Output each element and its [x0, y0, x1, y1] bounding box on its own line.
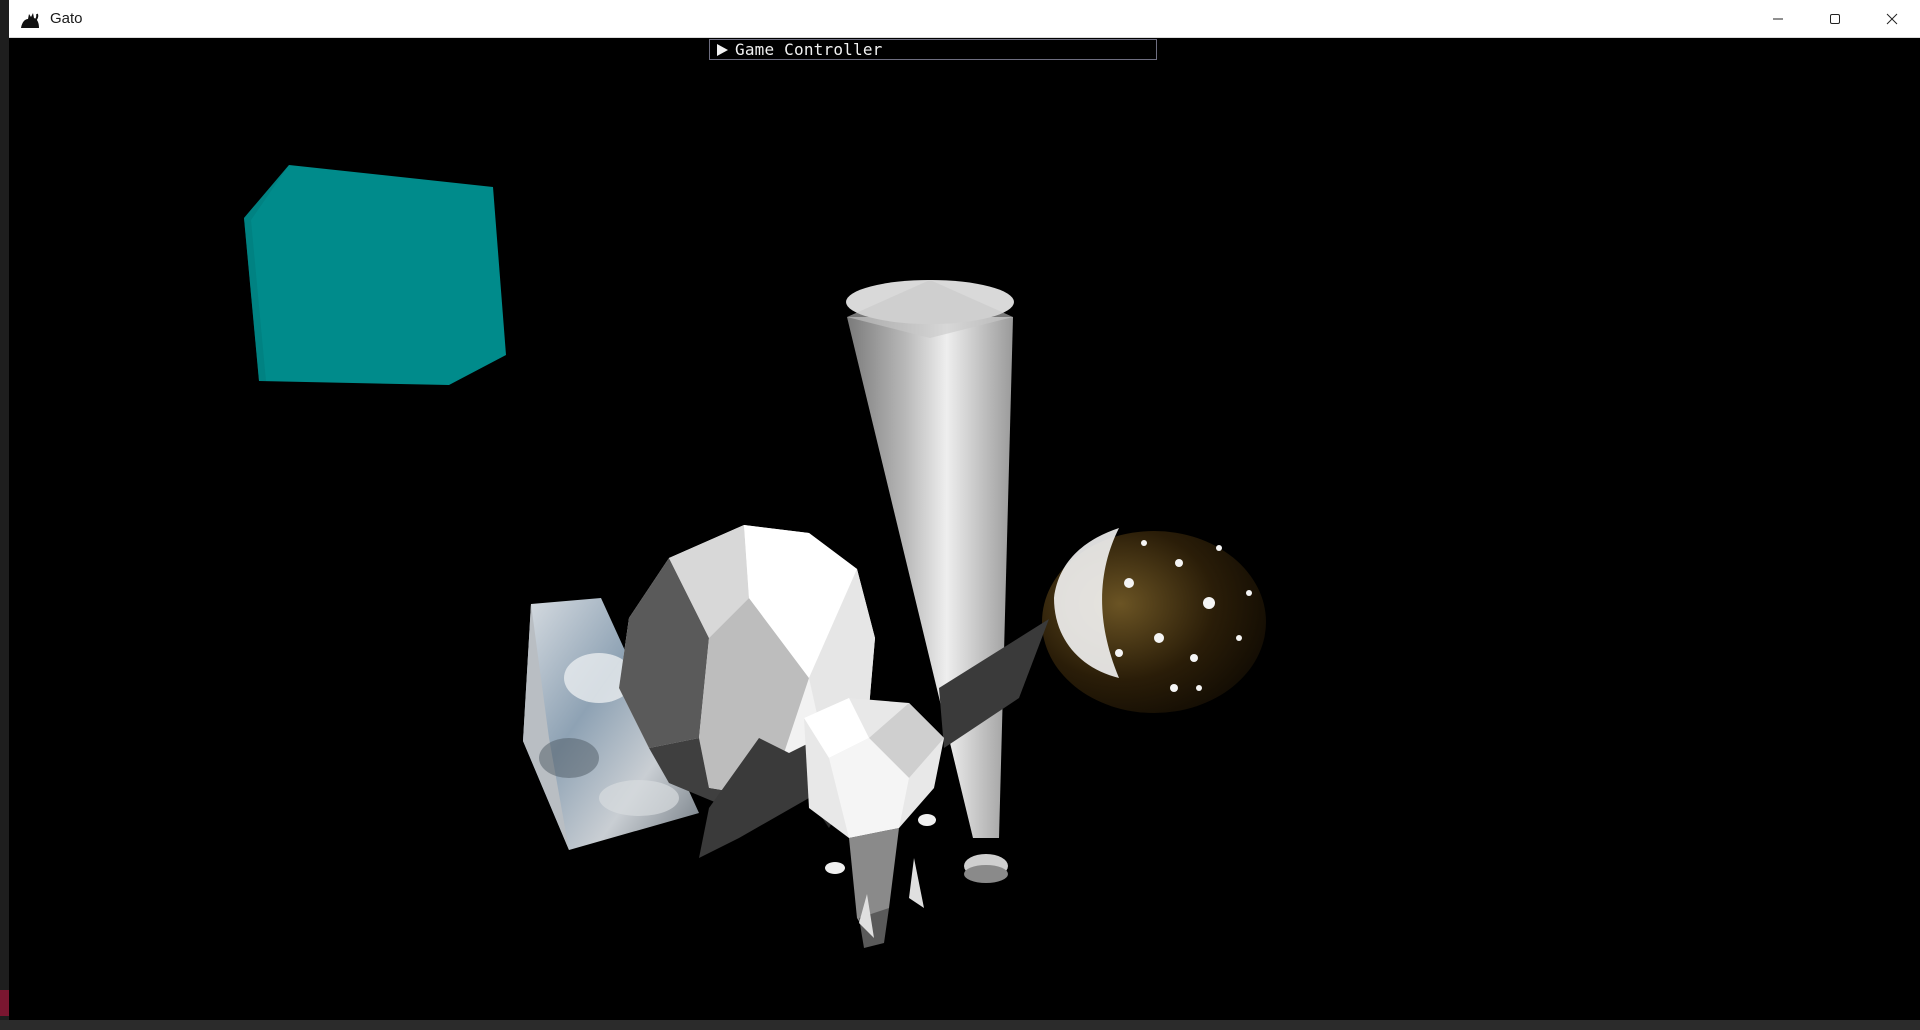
window-title: Gato: [50, 10, 83, 27]
left-edge-marker: [0, 990, 9, 1016]
spotted-egg: [1042, 528, 1266, 713]
maximize-button[interactable]: [1806, 0, 1863, 37]
game-viewport[interactable]: Game Controller: [9, 38, 1920, 1020]
panel-label: Game Controller: [735, 40, 883, 59]
window-controls: [1749, 0, 1920, 37]
cat-icon: [18, 7, 42, 31]
close-icon: [1886, 13, 1897, 24]
game-controller-panel-header[interactable]: Game Controller: [709, 39, 1157, 60]
title-bar[interactable]: Gato: [9, 0, 1920, 38]
maximize-icon: [1829, 13, 1840, 24]
triangle-right-icon[interactable]: [717, 43, 731, 56]
close-button[interactable]: [1863, 0, 1920, 37]
taskbar-strip: [0, 1020, 1920, 1030]
teal-cube: [244, 165, 506, 385]
minimize-icon: [1772, 18, 1783, 19]
app-window: Gato Game Controller: [9, 0, 1920, 1030]
minimize-button[interactable]: [1749, 0, 1806, 37]
scene-canvas: [244, 165, 1266, 948]
